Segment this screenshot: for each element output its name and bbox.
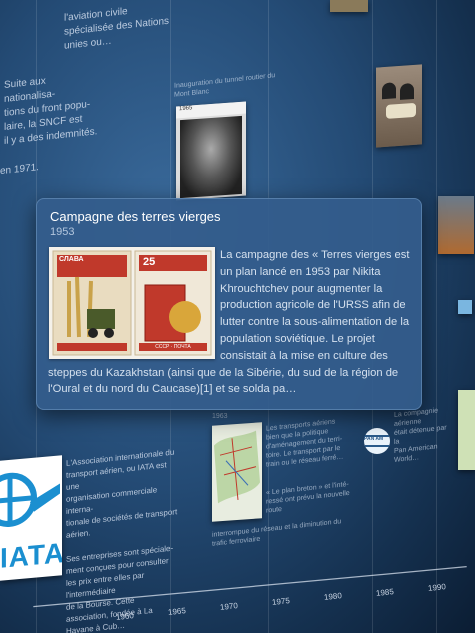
timeline-wall: l'aviation civile spécialisée des Nation… bbox=[0, 0, 475, 633]
tunnel-photo[interactable]: 1965 bbox=[176, 101, 246, 201]
brittany-map[interactable] bbox=[212, 422, 262, 522]
map-text: Les transports aériens bien que la polit… bbox=[266, 418, 344, 469]
panam-label: PAN AM bbox=[364, 436, 384, 442]
event-description-wrap: La campagne des « Terres vierges est un … bbox=[48, 247, 413, 398]
event-title: Campagne des terres vierges bbox=[50, 209, 221, 224]
map-year: 1963 bbox=[212, 413, 228, 420]
nationalisation-text: Suite aux nationalisa- tions du front po… bbox=[4, 75, 98, 147]
timeline-tick: 1990 bbox=[427, 581, 447, 593]
timeline-tick: 1970 bbox=[219, 601, 239, 613]
locomotive-photo[interactable] bbox=[438, 196, 474, 254]
panam-text: La compagnie aérienne était détenue par … bbox=[394, 407, 447, 464]
timeline-tick: 1985 bbox=[375, 586, 395, 598]
map-quote: « Le plan breton » et l'inté- ressé ont … bbox=[266, 480, 350, 515]
event-year: 1953 bbox=[50, 226, 75, 238]
background-text-top: l'aviation civile spécialisée des Nation… bbox=[64, 6, 170, 52]
panam-logo[interactable]: PAN AM bbox=[362, 414, 392, 468]
timeline-tick: 1965 bbox=[167, 606, 187, 617]
column-divider bbox=[436, 0, 437, 633]
year-text: en 1971. bbox=[0, 162, 39, 178]
timeline-wall-view[interactable]: l'aviation civile spécialisée des Nation… bbox=[0, 0, 475, 633]
timeline-tick: 1960 bbox=[115, 611, 135, 622]
train-photo[interactable] bbox=[376, 64, 422, 148]
map-thumbnail-right[interactable] bbox=[458, 390, 475, 470]
map-image bbox=[214, 430, 260, 504]
tunnel-image bbox=[180, 115, 242, 199]
small-thumbnail[interactable] bbox=[458, 300, 472, 314]
event-popup[interactable]: Campagne des terres vierges 1953 СЛАВА 2… bbox=[36, 198, 422, 410]
top-thumbnail[interactable] bbox=[330, 0, 368, 12]
map-footer: interrompue du réseau et la diminution d… bbox=[212, 518, 342, 548]
